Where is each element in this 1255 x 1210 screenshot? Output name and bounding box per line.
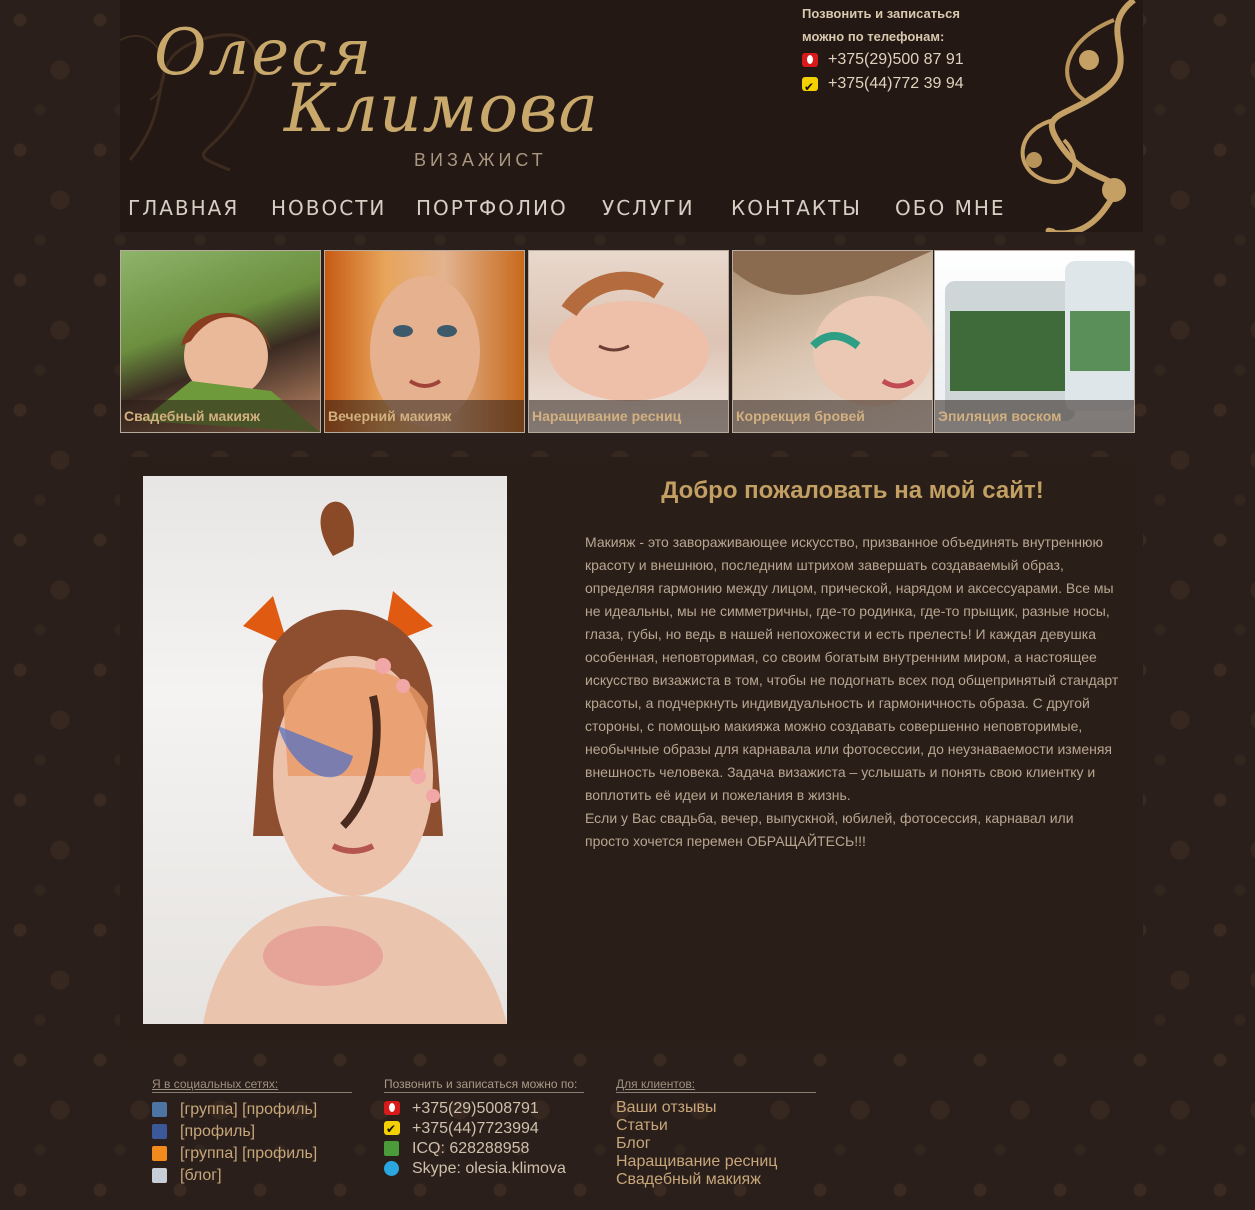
tile-evening[interactable]: Вечерний макияж <box>324 250 525 433</box>
footer-contact-velcom: +375(44)7723994 <box>384 1119 584 1139</box>
nav-services[interactable]: УСЛУГИ <box>602 196 695 220</box>
skype-icon <box>384 1161 399 1176</box>
icq-icon <box>384 1141 399 1156</box>
footer-skype: Skype: olesia.klimova <box>412 1160 566 1177</box>
ok-profile-link[interactable]: [профиль] <box>242 1145 317 1162</box>
link-articles[interactable]: Статьи <box>616 1117 816 1135</box>
footer-social: Я в социальных сетях: [группа] [профиль]… <box>152 1078 352 1187</box>
tile-wedding[interactable]: Свадебный макияж <box>120 250 321 433</box>
header-phone-2: +375(44)772 39 94 <box>828 75 964 92</box>
footer-contacts: Позвонить и записаться можно по: +375(29… <box>384 1078 584 1179</box>
page-wrapper: Олеся Климова ВИЗАЖИСТ Позвонить и запис… <box>120 0 1143 1210</box>
link-reviews[interactable]: Ваши отзывы <box>616 1099 816 1117</box>
logo-last-name: Климова <box>284 70 599 147</box>
welcome-section: Добро пожаловать на мой сайт! Макияж - э… <box>585 477 1120 853</box>
nav-contacts[interactable]: КОНТАКТЫ <box>731 196 862 220</box>
social-row-vk: [группа] [профиль] <box>152 1099 352 1121</box>
footer-contact-mts: +375(29)5008791 <box>384 1099 584 1119</box>
mts-icon <box>802 53 818 67</box>
header-phone-velcom: +375(44)772 39 94 <box>802 72 1002 99</box>
tile-waxing[interactable]: Эпиляция воском <box>934 250 1135 433</box>
footer-phone-2: +375(44)7723994 <box>412 1120 539 1137</box>
nav-news[interactable]: НОВОСТИ <box>271 196 386 220</box>
main-nav: ГЛАВНАЯ НОВОСТИ ПОРТФОЛИО УСЛУГИ КОНТАКТ… <box>120 196 1143 226</box>
vkontakte-icon <box>152 1102 167 1117</box>
header-phone-mts: +375(29)500 87 91 <box>802 48 1002 72</box>
link-lash-extension[interactable]: Наращивание ресниц <box>616 1153 816 1171</box>
tile-brows-label: Коррекция бровей <box>733 400 932 432</box>
tile-wedding-label: Свадебный макияж <box>121 400 320 432</box>
tile-waxing-label: Эпиляция воском <box>935 400 1134 432</box>
tile-lashes-label: Наращивание ресниц <box>529 400 728 432</box>
fantasy-makeup-photo <box>203 501 507 1024</box>
footer-clients: Для клиентов: Ваши отзывы Статьи Блог На… <box>616 1078 816 1189</box>
header-contacts: Позвонить и записаться можно по телефона… <box>802 2 1002 99</box>
link-blog[interactable]: Блог <box>616 1135 816 1153</box>
site-header: Олеся Климова ВИЗАЖИСТ Позвонить и запис… <box>120 0 1143 232</box>
facebook-icon <box>152 1124 167 1139</box>
vk-profile-link[interactable]: [профиль] <box>242 1101 317 1118</box>
tile-lashes[interactable]: Наращивание ресниц <box>528 250 729 433</box>
social-row-ok: [группа] [профиль] <box>152 1143 352 1165</box>
mts-icon <box>384 1101 400 1115</box>
header-phone-1: +375(29)500 87 91 <box>828 51 964 68</box>
main-content: Добро пожаловать на мой сайт! Макияж - э… <box>120 457 1143 1047</box>
logo-subtitle: ВИЗАЖИСТ <box>414 150 547 170</box>
tile-evening-label: Вечерний макияж <box>325 400 524 432</box>
site-logo[interactable]: Олеся Климова ВИЗАЖИСТ <box>134 10 654 170</box>
vk-group-link[interactable]: [группа] <box>180 1101 238 1118</box>
call-title-line1: Позвонить и записаться <box>802 6 960 21</box>
ok-group-link[interactable]: [группа] <box>180 1145 238 1162</box>
social-row-fb: [профиль] <box>152 1121 352 1143</box>
nav-about[interactable]: ОБО МНЕ <box>895 196 1006 220</box>
link-wedding-makeup[interactable]: Свадебный макияж <box>616 1171 816 1189</box>
social-row-lj: [блог] <box>152 1165 352 1187</box>
velcom-icon <box>384 1119 400 1139</box>
footer-contacts-title: Позвонить и записаться можно по: <box>384 1078 584 1093</box>
footer-contact-icq: ICQ: 628288958 <box>384 1139 584 1159</box>
welcome-paragraph-1: Макияж - это завораживающее искусство, п… <box>585 534 1119 803</box>
livejournal-icon <box>152 1168 167 1183</box>
tile-brows[interactable]: Коррекция бровей <box>732 250 933 433</box>
welcome-title: Добро пожаловать на мой сайт! <box>661 477 1044 504</box>
velcom-icon <box>802 75 818 99</box>
featured-photo <box>143 476 507 1024</box>
site-footer: Я в социальных сетях: [группа] [профиль]… <box>120 1072 1143 1210</box>
welcome-paragraph-2: Если у Вас свадьба, вечер, выпускной, юб… <box>585 810 1074 849</box>
call-title-line2: можно по телефонам: <box>802 29 945 44</box>
footer-icq: ICQ: 628288958 <box>412 1140 530 1157</box>
nav-home[interactable]: ГЛАВНАЯ <box>128 196 239 220</box>
services-gallery: Свадебный макияж Вечерний макияж Наращив… <box>120 250 1136 433</box>
footer-social-title: Я в социальных сетях: <box>152 1078 352 1093</box>
footer-phone-1: +375(29)5008791 <box>412 1100 539 1117</box>
footer-contact-skype: Skype: olesia.klimova <box>384 1159 584 1179</box>
odnoklassniki-icon <box>152 1146 167 1161</box>
lj-blog-link[interactable]: [блог] <box>180 1167 222 1184</box>
fb-profile-link[interactable]: [профиль] <box>180 1123 255 1140</box>
nav-portfolio[interactable]: ПОРТФОЛИО <box>416 196 568 220</box>
footer-clients-title: Для клиентов: <box>616 1078 816 1093</box>
